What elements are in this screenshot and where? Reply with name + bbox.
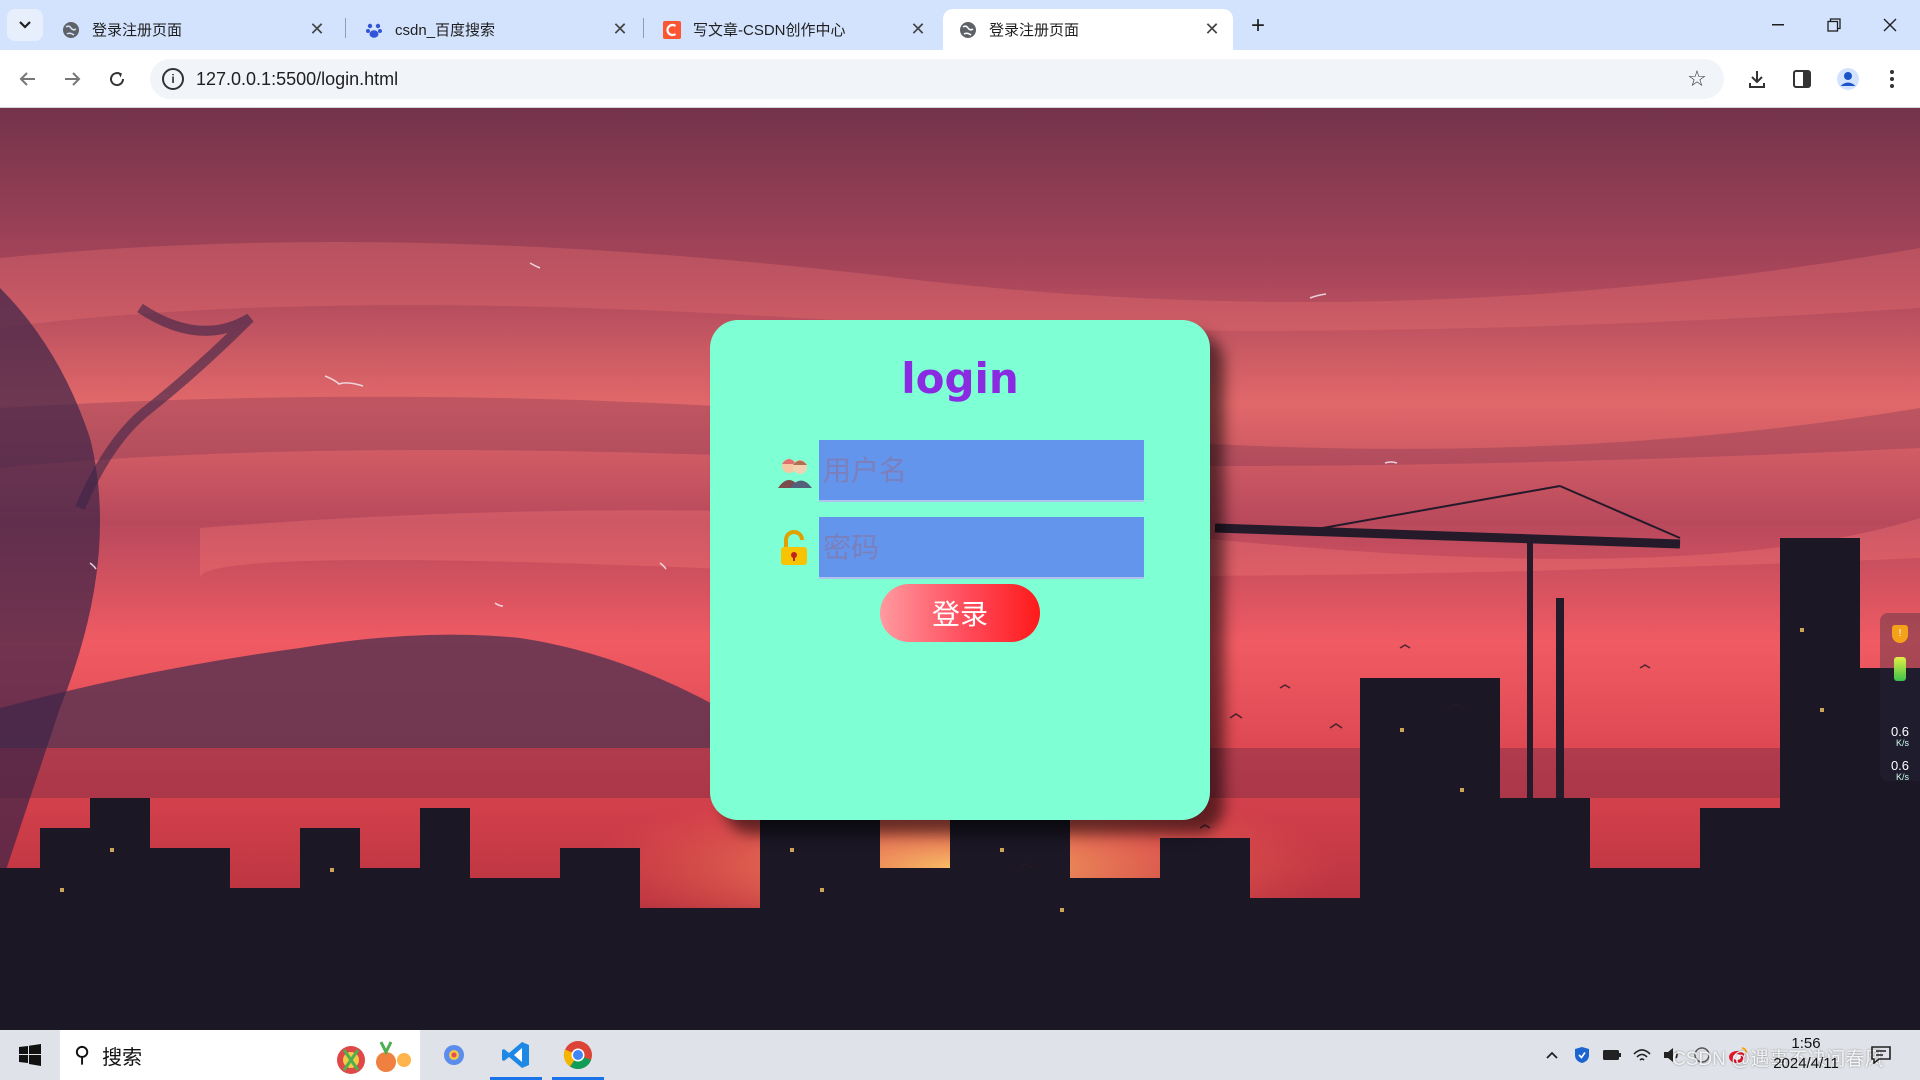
globe-icon: [62, 21, 80, 39]
windows-logo-icon: [19, 1044, 41, 1066]
address-url[interactable]: 127.0.0.1:5500/login.html: [196, 69, 1682, 90]
taskbar-search-label: 搜索: [102, 1046, 143, 1069]
page-viewport: login 登录 ! 0.6 K/s 0.6 K/s: [0, 108, 1920, 1030]
globe-icon: [959, 21, 977, 39]
close-icon: [1883, 18, 1897, 32]
tab-separator: [345, 18, 346, 38]
tab-1-title: 登录注册页面: [92, 22, 183, 39]
upload-speed: 0.6: [1890, 724, 1910, 739]
csdn-c-icon: [663, 20, 681, 39]
tab-separator: [643, 18, 644, 38]
shield-icon: !: [1892, 625, 1908, 643]
reload-button[interactable]: [101, 63, 133, 95]
unlocked-padlock-icon: [781, 530, 807, 565]
tab-2-title: csdn_百度搜索: [395, 22, 496, 39]
info-icon[interactable]: i: [162, 68, 184, 90]
kebab-menu-icon: [1890, 70, 1894, 88]
system-clock[interactable]: 1:56 2024/4/11: [1756, 1034, 1856, 1074]
profile-button[interactable]: [1832, 63, 1864, 95]
tab-4-active[interactable]: 登录注册页面 ✕: [943, 9, 1233, 50]
tab-3-title: 写文章-CSDN创作中心: [693, 22, 846, 39]
tab-strip: 登录注册页面 ✕ csdn_百度搜索 ✕ 写文章-CSDN创作中心 ✕ 登录注册…: [0, 0, 1920, 50]
address-bar[interactable]: i 127.0.0.1:5500/login.html ☆: [150, 59, 1724, 99]
upload-unit: K/s: [1896, 738, 1910, 748]
login-button[interactable]: 登录: [880, 584, 1040, 642]
tab-search-button[interactable]: [7, 9, 43, 41]
gear-app-icon: [444, 1045, 464, 1065]
downloads-button[interactable]: [1741, 63, 1773, 95]
restore-button[interactable]: [1806, 0, 1862, 50]
baidu-paw-icon: [365, 21, 383, 39]
avatar-icon: [1837, 68, 1859, 90]
taskbar-app-vscode[interactable]: [486, 1030, 546, 1080]
clock-date: 2024/4/11: [1773, 1055, 1839, 1072]
download-icon: [1749, 71, 1765, 88]
arrow-left-icon: [19, 72, 35, 86]
taskbar: ⚲ 搜索 CSDN @遇事不决问春风 1:56 2024/4/11: [0, 1030, 1920, 1080]
taskbar-app-settings[interactable]: [424, 1030, 484, 1080]
login-title: login: [901, 354, 1019, 403]
chrome-icon: [563, 1041, 592, 1070]
menu-button[interactable]: [1876, 63, 1908, 95]
tab-1[interactable]: 登录注册页面 ✕: [46, 9, 338, 50]
side-panel-icon: [1793, 70, 1811, 88]
password-input[interactable]: [819, 517, 1144, 579]
side-panel-button[interactable]: [1786, 63, 1818, 95]
taskbar-search[interactable]: ⚲ 搜索: [60, 1030, 420, 1080]
chevron-up-icon[interactable]: [1541, 1044, 1563, 1066]
notification-icon[interactable]: [1870, 1044, 1892, 1066]
users-icon: [778, 459, 812, 488]
tab-2[interactable]: csdn_百度搜索 ✕: [349, 9, 641, 50]
chevron-down-icon: [19, 21, 31, 29]
arrow-right-icon: [65, 72, 81, 86]
tab-4-title: 登录注册页面: [989, 22, 1080, 39]
network-speed-widget[interactable]: ! 0.6 K/s 0.6 K/s: [1880, 613, 1920, 782]
restore-icon: [1827, 18, 1841, 32]
defender-shield-icon[interactable]: [1571, 1044, 1593, 1066]
close-icon[interactable]: ✕: [306, 19, 328, 41]
username-row: [774, 440, 1146, 502]
bookmark-star-icon[interactable]: ☆: [1682, 64, 1712, 94]
password-row: [774, 517, 1146, 579]
search-icon: ⚲: [74, 1042, 91, 1067]
minimize-icon: [1772, 24, 1784, 26]
new-tab-button[interactable]: +: [1243, 12, 1273, 40]
start-button[interactable]: [10, 1040, 50, 1070]
close-window-button[interactable]: [1862, 0, 1918, 50]
login-card: login 登录: [710, 320, 1210, 820]
tab-3[interactable]: 写文章-CSDN创作中心 ✕: [647, 9, 939, 50]
back-button[interactable]: [12, 63, 44, 95]
close-icon[interactable]: ✕: [907, 19, 929, 41]
speed-meter-icon: [1894, 657, 1906, 681]
search-highlight-icon: [337, 1041, 411, 1074]
download-unit: K/s: [1896, 772, 1910, 782]
browser-toolbar: i 127.0.0.1:5500/login.html ☆: [0, 50, 1920, 108]
minimize-button[interactable]: [1750, 0, 1806, 50]
vscode-icon: [502, 1042, 529, 1068]
clock-time: 1:56: [1791, 1035, 1821, 1052]
username-input[interactable]: [819, 440, 1144, 502]
close-icon[interactable]: ✕: [609, 19, 631, 41]
close-icon[interactable]: ✕: [1201, 19, 1223, 41]
taskbar-app-chrome[interactable]: [548, 1030, 608, 1080]
download-speed: 0.6: [1890, 758, 1910, 773]
reload-icon: [110, 72, 125, 87]
battery-icon[interactable]: [1601, 1044, 1623, 1066]
forward-button[interactable]: [56, 63, 88, 95]
wifi-icon[interactable]: [1631, 1044, 1653, 1066]
